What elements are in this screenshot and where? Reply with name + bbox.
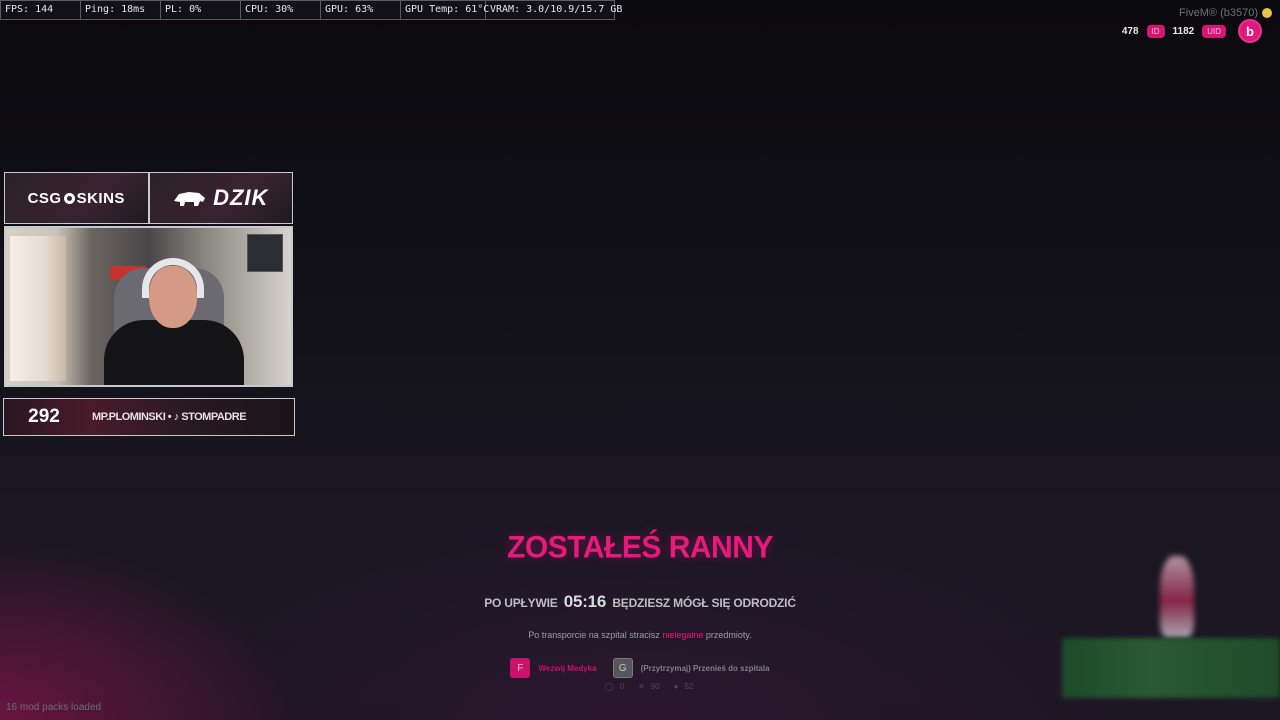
webcam-streamer-body [104,320,244,385]
performance-overlay: FPS: 144 Ping: 18ms PL: 0% CPU: 30% GPU:… [0,0,623,20]
drop-icon: ● [673,682,679,691]
hospital-note-before: Po transporcie na szpital stracisz [528,630,660,640]
webcam-poster [247,234,283,272]
uid-value: 1182 [1172,25,1195,37]
social-handles: MP.PLOMINSKI • ♪ STOMPADRE [92,411,247,423]
fps-readout: FPS: 144 [1,1,81,19]
call-medic-label: Wezwij Medyka [538,663,597,673]
headset-icon [142,258,204,298]
key-f: F [510,658,531,678]
move-to-hospital-action[interactable]: G (Przytrzymaj) Przenieś do szpitala [612,658,770,678]
sponsor-dzik: DZIK [149,173,292,223]
sponsor-csgoskins: CS G SKINS [5,173,150,223]
stream-counter-bar: 292 MP.PLOMINSKI • ♪ STOMPADRE [3,398,295,436]
move-to-hospital-label: (Przytrzymaj) Przenieś do szpitala [640,663,770,673]
stat-1-value: 0 [619,682,625,691]
stat-2-value: 90 [650,682,660,691]
respawn-text-after: BĘDZIESZ MÓGŁ SIĘ ODRODZIĆ [612,596,796,610]
stream-counter-value: 292 [28,406,60,427]
stat-1: ◯ 0 [605,682,624,691]
boar-icon [174,192,206,206]
sponsor-csgo-skins: SKINS [76,189,125,207]
gpu-temp-readout: GPU Temp: 61°C [401,1,489,19]
stat-3: ● 52 [674,682,694,691]
coin-icon [1262,8,1272,18]
key-g: G [612,658,633,678]
id-badge: ID [1146,24,1165,38]
fivem-build-label: FiveM® (b3570) [1178,7,1258,19]
ping-readout: Ping: 18ms [81,1,161,19]
id-value: 478 [1121,25,1139,37]
webcam-window-light [10,236,66,381]
game-screen: FPS: 144 Ping: 18ms PL: 0% CPU: 30% GPU:… [0,0,1280,720]
webcam-feed [4,226,293,387]
player-id-row: 478 ID 1182 UID b [1122,19,1262,43]
uid-badge: UID [1202,24,1226,38]
fivem-build-tag: FiveM® (b3570) [1179,7,1272,19]
cross-icon: ✕ [638,682,645,691]
respawn-timer: 05:16 [563,592,607,611]
hospital-note-after: przedmioty. [705,630,752,640]
hospital-note-illegal: nielegalne [662,630,704,640]
stat-3-value: 52 [684,682,694,691]
respawn-text-before: PO UPŁYWIE [484,596,558,610]
sponsor-csgo-prefix: CS [27,189,50,207]
cpu-readout: CPU: 30% [241,1,321,19]
packet-loss-readout: PL: 0% [161,1,241,19]
promo-banner [1062,638,1280,698]
mod-packs-status: 16 mod packs loaded [6,702,102,713]
stat-2: ✕ 90 [638,682,660,691]
corner-promo-widget [1060,548,1280,720]
server-logo-icon: b [1238,19,1262,43]
call-medic-action[interactable]: F Wezwij Medyka [510,658,597,678]
sponsor-dzik-label: DZIK [213,185,269,210]
sponsor-panel: CS G SKINS DZIK [4,172,293,224]
gpu-readout: GPU: 63% [321,1,401,19]
promo-figure-icon [1160,556,1194,638]
vram-readout: VRAM: 3.0/10.9/15.7 GB [490,4,623,15]
shield-icon: ◯ [604,682,614,691]
csgo-gear-icon [63,192,75,204]
sponsor-csgo-g: G [49,189,62,207]
